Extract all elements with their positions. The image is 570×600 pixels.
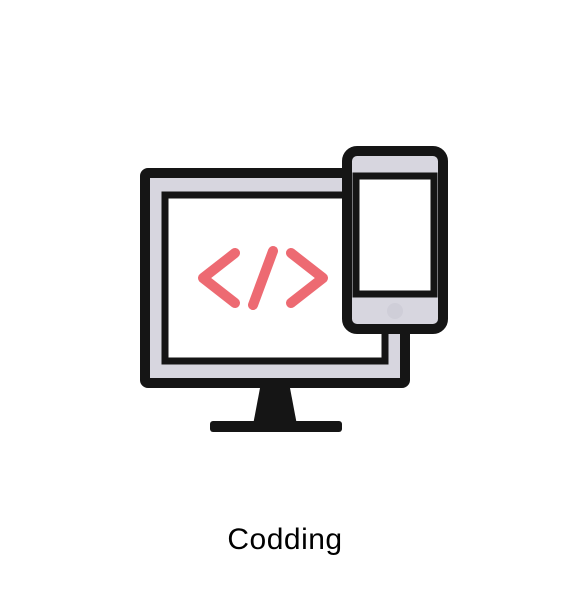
coding-icon [0, 43, 570, 543]
caption-label: Codding [227, 523, 342, 557]
